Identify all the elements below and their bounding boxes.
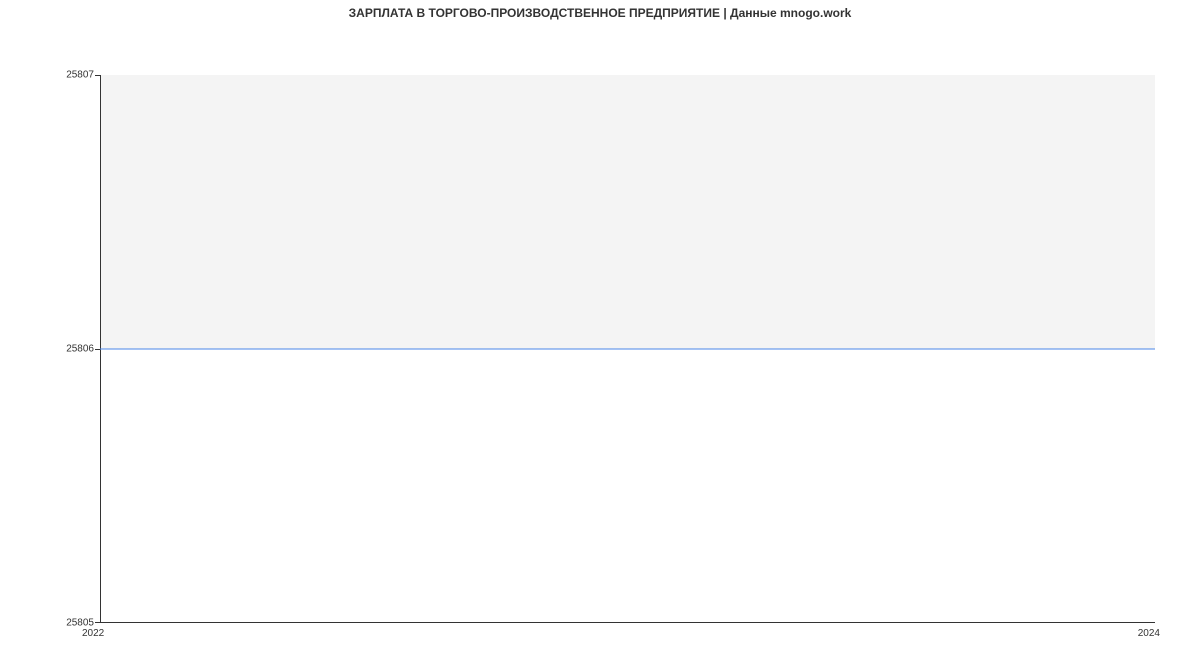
x-axis-tick-label: 2024 <box>1138 628 1160 639</box>
y-tick-mark <box>95 622 100 623</box>
y-axis-tick-label: 25806 <box>66 344 94 355</box>
y-tick-mark <box>95 349 100 350</box>
chart-title: ЗАРПЛАТА В ТОРГОВО-ПРОИЗВОДСТВЕННОЕ ПРЕД… <box>0 0 1200 26</box>
plot-background-lower <box>101 349 1155 623</box>
plot-background-upper <box>101 75 1155 349</box>
y-axis-tick-label: 25807 <box>66 70 94 81</box>
data-line-series <box>100 349 1155 350</box>
y-axis-tick-label: 25805 <box>66 618 94 629</box>
x-axis-tick-label: 2022 <box>82 628 104 639</box>
chart-container: 25807 25806 25805 2022 2024 <box>0 26 1200 636</box>
y-tick-mark <box>95 75 100 76</box>
